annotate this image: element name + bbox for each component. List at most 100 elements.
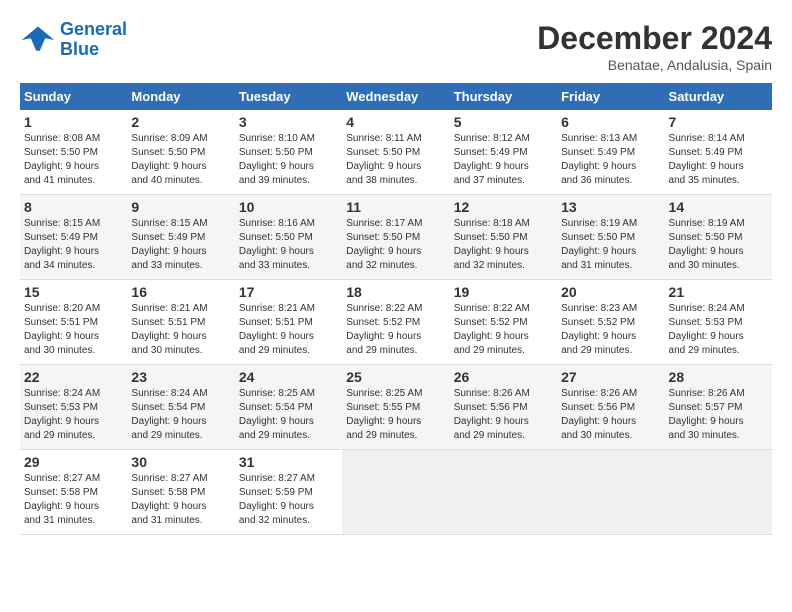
calendar-day-7: 7 Sunrise: 8:14 AM Sunset: 5:49 PM Daylig… [665,110,772,195]
calendar-week-row: 8 Sunrise: 8:15 AM Sunset: 5:49 PM Daylig… [20,195,772,280]
day-info: Sunrise: 8:26 AM Sunset: 5:57 PM Dayligh… [669,387,768,443]
calendar-day-5: 5 Sunrise: 8:12 AM Sunset: 5:49 PM Daylig… [450,110,557,195]
day-info: Sunrise: 8:09 AM Sunset: 5:50 PM Dayligh… [131,132,230,188]
day-number: 19 [454,284,553,300]
calendar-day-1: 1 Sunrise: 8:08 AM Sunset: 5:50 PM Daylig… [20,110,127,195]
calendar-table: SundayMondayTuesdayWednesdayThursdayFrid… [20,83,772,535]
day-info: Sunrise: 8:24 AM Sunset: 5:53 PM Dayligh… [669,302,768,358]
day-info: Sunrise: 8:17 AM Sunset: 5:50 PM Dayligh… [346,217,445,273]
day-info: Sunrise: 8:27 AM Sunset: 5:58 PM Dayligh… [131,472,230,528]
calendar-day-28: 28 Sunrise: 8:26 AM Sunset: 5:57 PM Dayli… [665,365,772,450]
day-number: 26 [454,369,553,385]
calendar-day-20: 20 Sunrise: 8:23 AM Sunset: 5:52 PM Dayli… [557,280,664,365]
month-year-title: December 2024 [537,20,772,57]
calendar-day-25: 25 Sunrise: 8:25 AM Sunset: 5:55 PM Dayli… [342,365,449,450]
calendar-day-18: 18 Sunrise: 8:22 AM Sunset: 5:52 PM Dayli… [342,280,449,365]
calendar-day-14: 14Sunrise: 8:19 AM Sunset: 5:50 PM Dayli… [665,195,772,280]
day-info: Sunrise: 8:19 AM Sunset: 5:50 PM Dayligh… [561,217,660,273]
weekday-header-wednesday: Wednesday [342,83,449,110]
day-info: Sunrise: 8:12 AM Sunset: 5:49 PM Dayligh… [454,132,553,188]
calendar-day-31: 31 Sunrise: 8:27 AM Sunset: 5:59 PM Dayli… [235,450,342,535]
calendar-day-empty [450,450,557,535]
day-info: Sunrise: 8:21 AM Sunset: 5:51 PM Dayligh… [131,302,230,358]
calendar-day-24: 24Sunrise: 8:25 AM Sunset: 5:54 PM Dayli… [235,365,342,450]
day-number: 21 [669,284,768,300]
day-number: 28 [669,369,768,385]
day-number: 3 [239,114,338,130]
day-number: 13 [561,199,660,215]
calendar-day-26: 26 Sunrise: 8:26 AM Sunset: 5:56 PM Dayli… [450,365,557,450]
day-info: Sunrise: 8:27 AM Sunset: 5:58 PM Dayligh… [24,472,123,528]
day-number: 7 [669,114,768,130]
day-info: Sunrise: 8:10 AM Sunset: 5:50 PM Dayligh… [239,132,338,188]
day-info: Sunrise: 8:26 AM Sunset: 5:56 PM Dayligh… [454,387,553,443]
day-number: 8 [24,199,123,215]
day-number: 11 [346,199,445,215]
calendar-week-row: 15Sunrise: 8:20 AM Sunset: 5:51 PM Dayli… [20,280,772,365]
weekday-header-row: SundayMondayTuesdayWednesdayThursdayFrid… [20,83,772,110]
day-number: 18 [346,284,445,300]
day-number: 5 [454,114,553,130]
weekday-header-saturday: Saturday [665,83,772,110]
weekday-header-monday: Monday [127,83,234,110]
day-number: 20 [561,284,660,300]
day-info: Sunrise: 8:26 AM Sunset: 5:56 PM Dayligh… [561,387,660,443]
day-info: Sunrise: 8:15 AM Sunset: 5:49 PM Dayligh… [131,217,230,273]
logo-icon [20,22,56,58]
day-info: Sunrise: 8:22 AM Sunset: 5:52 PM Dayligh… [346,302,445,358]
day-number: 4 [346,114,445,130]
day-info: Sunrise: 8:20 AM Sunset: 5:51 PM Dayligh… [24,302,123,358]
day-info: Sunrise: 8:14 AM Sunset: 5:49 PM Dayligh… [669,132,768,188]
calendar-day-16: 16 Sunrise: 8:21 AM Sunset: 5:51 PM Dayli… [127,280,234,365]
calendar-day-30: 30 Sunrise: 8:27 AM Sunset: 5:58 PM Dayli… [127,450,234,535]
day-number: 30 [131,454,230,470]
calendar-day-2: 2 Sunrise: 8:09 AM Sunset: 5:50 PM Daylig… [127,110,234,195]
calendar-day-19: 19 Sunrise: 8:22 AM Sunset: 5:52 PM Dayli… [450,280,557,365]
calendar-day-22: 22 Sunrise: 8:24 AM Sunset: 5:53 PM Dayli… [20,365,127,450]
title-block: December 2024 Benatae, Andalusia, Spain [537,20,772,73]
day-info: Sunrise: 8:22 AM Sunset: 5:52 PM Dayligh… [454,302,553,358]
calendar-day-23: 23Sunrise: 8:24 AM Sunset: 5:54 PM Dayli… [127,365,234,450]
logo-text: General Blue [60,20,127,60]
day-number: 9 [131,199,230,215]
day-info: Sunrise: 8:16 AM Sunset: 5:50 PM Dayligh… [239,217,338,273]
weekday-header-tuesday: Tuesday [235,83,342,110]
calendar-day-29: 29 Sunrise: 8:27 AM Sunset: 5:58 PM Dayli… [20,450,127,535]
day-number: 22 [24,369,123,385]
day-number: 29 [24,454,123,470]
day-number: 12 [454,199,553,215]
calendar-day-3: 3 Sunrise: 8:10 AM Sunset: 5:50 PM Daylig… [235,110,342,195]
day-info: Sunrise: 8:11 AM Sunset: 5:50 PM Dayligh… [346,132,445,188]
calendar-week-row: 22 Sunrise: 8:24 AM Sunset: 5:53 PM Dayli… [20,365,772,450]
day-info: Sunrise: 8:25 AM Sunset: 5:54 PM Dayligh… [239,387,338,443]
day-number: 27 [561,369,660,385]
day-info: Sunrise: 8:23 AM Sunset: 5:52 PM Dayligh… [561,302,660,358]
day-number: 25 [346,369,445,385]
day-number: 10 [239,199,338,215]
logo: General Blue [20,20,127,60]
calendar-week-row: 29 Sunrise: 8:27 AM Sunset: 5:58 PM Dayli… [20,450,772,535]
calendar-day-11: 11 Sunrise: 8:17 AM Sunset: 5:50 PM Dayli… [342,195,449,280]
calendar-day-10: 10 Sunrise: 8:16 AM Sunset: 5:50 PM Dayli… [235,195,342,280]
day-number: 17 [239,284,338,300]
calendar-day-13: 13 Sunrise: 8:19 AM Sunset: 5:50 PM Dayli… [557,195,664,280]
day-info: Sunrise: 8:08 AM Sunset: 5:50 PM Dayligh… [24,132,123,188]
weekday-header-friday: Friday [557,83,664,110]
day-number: 2 [131,114,230,130]
calendar-day-8: 8 Sunrise: 8:15 AM Sunset: 5:49 PM Daylig… [20,195,127,280]
calendar-day-empty [665,450,772,535]
day-number: 31 [239,454,338,470]
calendar-day-17: 17Sunrise: 8:21 AM Sunset: 5:51 PM Dayli… [235,280,342,365]
day-info: Sunrise: 8:25 AM Sunset: 5:55 PM Dayligh… [346,387,445,443]
weekday-header-thursday: Thursday [450,83,557,110]
day-info: Sunrise: 8:24 AM Sunset: 5:53 PM Dayligh… [24,387,123,443]
day-info: Sunrise: 8:15 AM Sunset: 5:49 PM Dayligh… [24,217,123,273]
calendar-day-empty [557,450,664,535]
day-number: 6 [561,114,660,130]
day-info: Sunrise: 8:27 AM Sunset: 5:59 PM Dayligh… [239,472,338,528]
day-number: 23 [131,369,230,385]
day-number: 16 [131,284,230,300]
day-info: Sunrise: 8:13 AM Sunset: 5:49 PM Dayligh… [561,132,660,188]
day-number: 1 [24,114,123,130]
calendar-day-12: 12Sunrise: 8:18 AM Sunset: 5:50 PM Dayli… [450,195,557,280]
